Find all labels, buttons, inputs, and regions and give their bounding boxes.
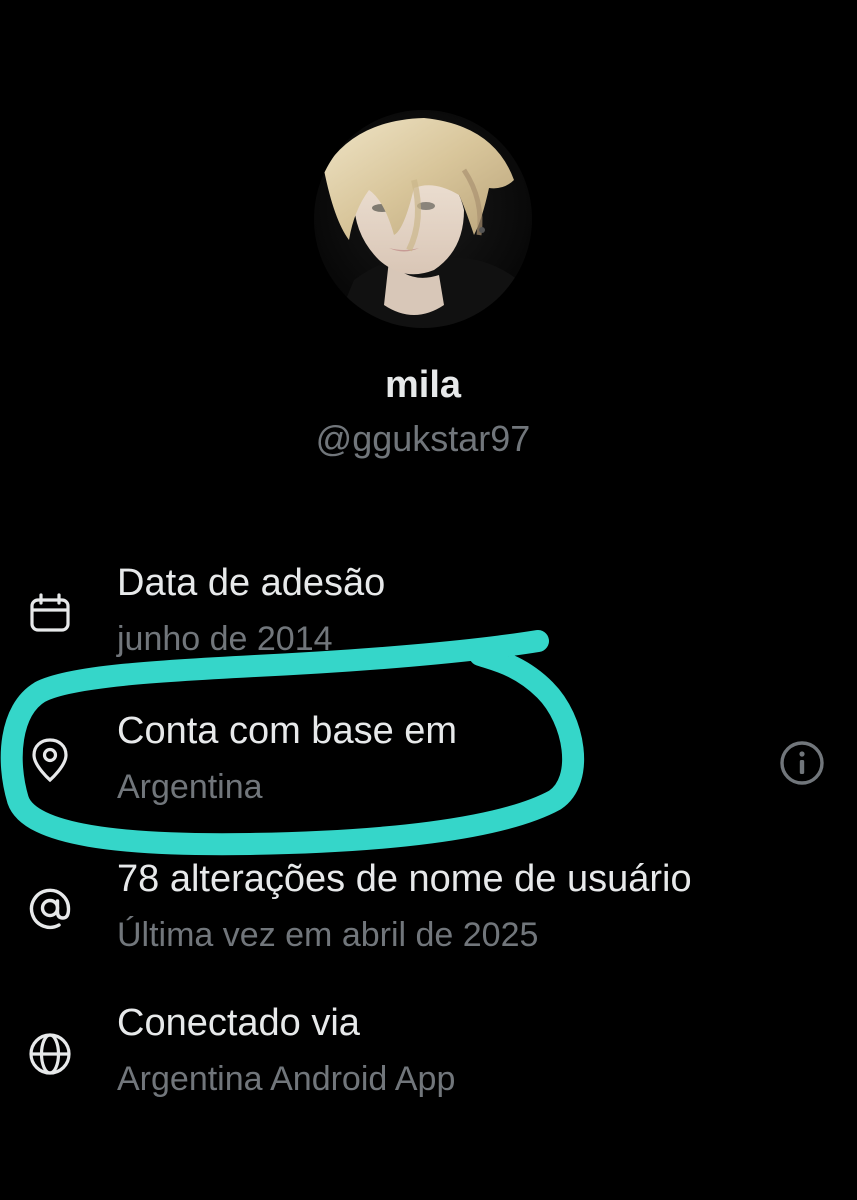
location-pin-icon bbox=[32, 738, 68, 783]
about-row-label: 78 alterações de nome de usuário bbox=[117, 858, 692, 900]
about-row-label: Data de adesão bbox=[117, 562, 386, 604]
about-row-value: Última vez em abril de 2025 bbox=[117, 916, 539, 954]
about-row-joined: Data de adesão junho de 2014 bbox=[0, 562, 857, 672]
about-row-value: junho de 2014 bbox=[117, 620, 333, 658]
info-icon[interactable] bbox=[778, 739, 826, 787]
about-row-label: Conta com base em bbox=[117, 710, 458, 752]
profile-display-name: mila bbox=[384, 364, 462, 406]
profile-avatar[interactable] bbox=[314, 110, 532, 328]
globe-icon bbox=[29, 1033, 71, 1075]
about-row-username-changes: 78 alterações de nome de usuário Última … bbox=[0, 858, 857, 968]
at-sign-icon bbox=[29, 888, 71, 929]
about-row-value: Argentina Android App bbox=[117, 1060, 456, 1098]
about-row-value: Argentina bbox=[117, 768, 263, 806]
avatar-illustration bbox=[314, 110, 532, 328]
profile-handle: @ggukstar97 bbox=[315, 418, 531, 459]
calendar-icon bbox=[30, 593, 70, 632]
about-row-connected-via: Conectado via Argentina Android App bbox=[0, 1002, 857, 1112]
about-row-label: Conectado via bbox=[117, 1002, 360, 1044]
about-row-account-based-in: Conta com base em Argentina bbox=[0, 710, 857, 820]
